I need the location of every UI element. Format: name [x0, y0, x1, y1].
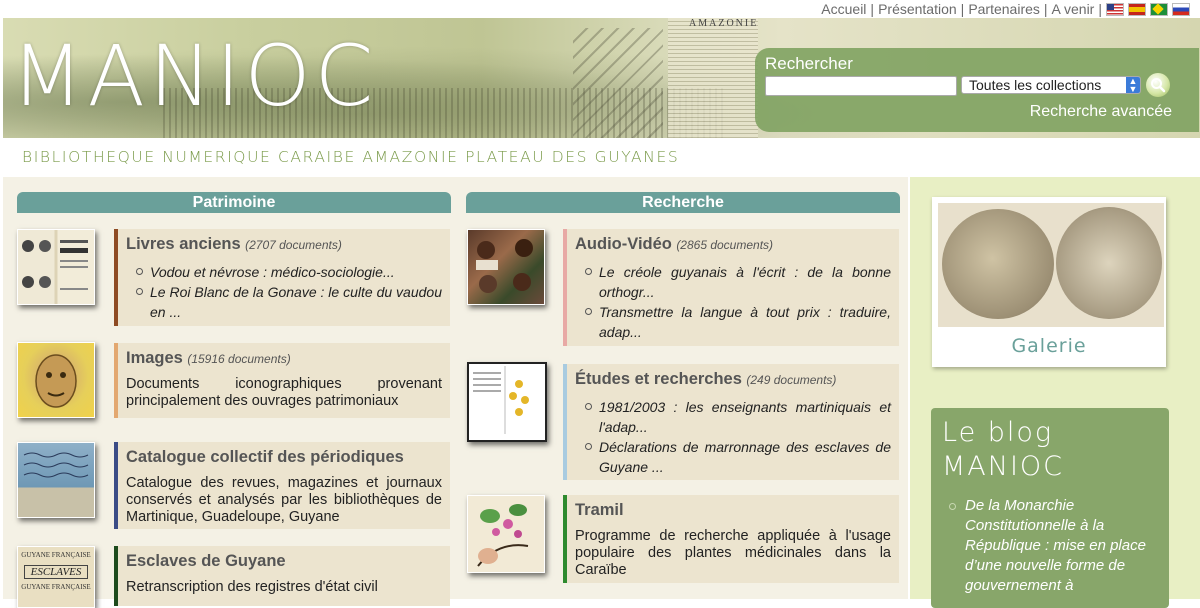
banner-book-header: AMAZONIE	[689, 18, 759, 29]
link-presentation[interactable]: Présentation	[874, 1, 961, 17]
separator: |	[1098, 1, 1102, 17]
search-panel: Rechercher Toutes les collections ▲ ▼ Rec…	[755, 48, 1199, 132]
thumb-line: GUYANE FRANÇAISE	[21, 551, 91, 559]
blog-post-link[interactable]: De la Monarchie Constitutionnelle à la R…	[965, 496, 1161, 596]
thumb-title: ESCLAVES	[24, 565, 88, 579]
search-button[interactable]	[1146, 73, 1170, 97]
banner-book-page	[668, 18, 758, 138]
thumb-line: GUYANE FRANÇAISE	[21, 583, 91, 591]
catalogue-description: Catalogue des revues, magazines et journ…	[126, 475, 442, 525]
images-link[interactable]: Images	[126, 349, 183, 367]
bullet-icon	[949, 503, 956, 510]
esclaves-card: Esclaves de Guyane Retranscription des r…	[114, 546, 450, 606]
patrimoine-heading: Patrimoine	[17, 192, 451, 213]
right-sidebar: Galerie Le blog MANIOC De la Monarchie C…	[910, 177, 1200, 608]
list-item[interactable]: Transmettre la langue à tout prix : trad…	[575, 302, 891, 342]
document-count: (2707 documents)	[245, 238, 342, 252]
document-link[interactable]: Le Roi Blanc de la Gonave : le culte du …	[150, 284, 442, 320]
seed-illustration	[1056, 207, 1162, 319]
main-content: Patrimoine Recherche Livres anciens (270…	[3, 177, 908, 608]
search-input[interactable]	[765, 76, 957, 96]
document-count: (2865 documents)	[676, 238, 774, 252]
list-item[interactable]: Le Roi Blanc de la Gonave : le culte du …	[126, 282, 442, 322]
document-link[interactable]: Déclarations de marronnage des esclaves …	[599, 439, 891, 475]
etudes-card: Études et recherches (249 documents) 198…	[563, 364, 899, 480]
etudes-thumbnail[interactable]	[467, 362, 547, 442]
audio-video-link[interactable]: Audio-Vidéo	[575, 235, 672, 253]
blog-title-line: Le blog	[942, 417, 1054, 448]
recherche-heading: Recherche	[466, 192, 900, 213]
catalogue-thumbnail[interactable]	[17, 442, 95, 518]
list-item[interactable]: Déclarations de marronnage des esclaves …	[575, 437, 891, 477]
flag-br-icon[interactable]	[1150, 2, 1168, 16]
blog-title[interactable]: Le blog MANIOC	[942, 416, 1064, 484]
top-links: Accueil | Présentation | Partenaires | A…	[817, 0, 1190, 18]
link-accueil[interactable]: Accueil	[817, 1, 870, 17]
livres-anciens-card: Livres anciens (2707 documents) Vodou et…	[114, 229, 450, 326]
etudes-link[interactable]: Études et recherches	[575, 370, 742, 388]
galerie-card[interactable]: Galerie	[932, 197, 1166, 367]
banner-petroglyphs	[573, 28, 663, 138]
catalogue-link[interactable]: Catalogue collectif des périodiques	[126, 448, 404, 466]
document-link[interactable]: Vodou et névrose : médico-sociologie...	[150, 264, 395, 280]
esclaves-link[interactable]: Esclaves de Guyane	[126, 552, 286, 570]
portrait-icon	[35, 354, 77, 408]
select-arrows-icon: ▲ ▼	[1126, 77, 1140, 94]
livres-anciens-link[interactable]: Livres anciens	[126, 235, 241, 253]
audio-video-card: Audio-Vidéo (2865 documents) Le créole g…	[563, 229, 899, 346]
galerie-label[interactable]: Galerie	[932, 335, 1166, 357]
blog-title-line: MANIOC	[942, 451, 1065, 482]
link-partenaires[interactable]: Partenaires	[964, 1, 1044, 17]
search-label: Rechercher	[765, 54, 853, 73]
document-count: (15916 documents)	[187, 352, 291, 366]
tramil-thumbnail[interactable]	[467, 495, 545, 573]
list-item[interactable]: Vodou et névrose : médico-sociologie...	[126, 262, 442, 282]
document-count: (249 documents)	[746, 373, 837, 387]
document-link[interactable]: Transmettre la langue à tout prix : trad…	[599, 304, 891, 340]
flag-us-icon[interactable]	[1106, 2, 1124, 16]
list-item[interactable]: Le créole guyanais à l'écrit : de la bon…	[575, 262, 891, 302]
images-card: Images (15916 documents) Documents icono…	[114, 343, 450, 418]
galerie-image[interactable]	[938, 203, 1164, 327]
advanced-search-link[interactable]: Recherche avancée	[1030, 103, 1172, 121]
video-people-icon	[476, 239, 533, 293]
tramil-description: Programme de recherche appliquée à l'usa…	[575, 528, 891, 578]
document-link[interactable]: Le créole guyanais à l'écrit : de la bon…	[599, 264, 891, 300]
site-logo[interactable]: MANIOC	[11, 34, 377, 118]
seed-illustration	[942, 209, 1054, 319]
collection-select[interactable]: Toutes les collections ▲ ▼	[961, 76, 1141, 94]
list-item[interactable]: 1981/2003 : les enseignants martiniquais…	[575, 397, 891, 437]
collection-select-value: Toutes les collections	[969, 77, 1102, 93]
images-thumbnail[interactable]	[17, 342, 95, 418]
document-link[interactable]: 1981/2003 : les enseignants martiniquais…	[599, 399, 891, 435]
images-description: Documents iconographiques provenant prin…	[126, 376, 442, 409]
tramil-link[interactable]: Tramil	[575, 501, 624, 519]
link-a-venir[interactable]: A venir	[1048, 1, 1099, 17]
site-tagline: BIBLIOTHEQUE NUMERIQUE CARAIBE AMAZONIE …	[22, 148, 680, 166]
header-banner: AMAZONIE MANIOC Rechercher Toutes les co…	[3, 18, 1200, 138]
search-icon	[1151, 78, 1166, 93]
tramil-card: Tramil Programme de recherche appliquée …	[563, 495, 899, 583]
document-pages-icon	[473, 366, 529, 434]
flag-ru-icon[interactable]	[1172, 2, 1190, 16]
esclaves-description: Retranscription des registres d'état civ…	[126, 579, 378, 595]
livres-anciens-thumbnail[interactable]	[17, 229, 95, 305]
catalogue-card: Catalogue collectif des périodiques Cata…	[114, 442, 450, 529]
book-pages-icon	[22, 240, 88, 290]
plant-drawing-icon	[477, 504, 529, 567]
handwriting-icon	[23, 452, 89, 478]
audio-video-thumbnail[interactable]	[467, 229, 545, 305]
blog-panel: Le blog MANIOC De la Monarchie Constitut…	[931, 408, 1169, 608]
flag-es-icon[interactable]	[1128, 2, 1146, 16]
